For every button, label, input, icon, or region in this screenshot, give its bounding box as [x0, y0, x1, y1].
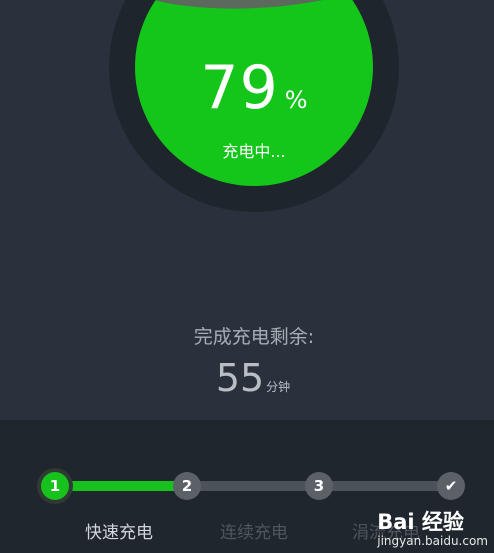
charging-status-text: 充电中... — [222, 142, 286, 161]
remaining-time: 55 分钟 — [0, 356, 494, 400]
battery-gauge-empty-area — [135, 0, 373, 16]
charging-screen: 79% 充电中... 完成充电剩余: 55 分钟 1 2 3 ✔ 快速充电 连续充… — [0, 0, 494, 553]
check-icon: ✔ — [444, 477, 458, 495]
remaining-time-unit: 分钟 — [266, 380, 291, 394]
charging-steps-panel: 1 2 3 ✔ 快速充电 连续充电 涓流充电 Bai 经验 jingyan.ba… — [0, 420, 494, 553]
step-1-label: 快速充电 — [85, 523, 153, 543]
step-1-node: 1 — [41, 472, 69, 500]
battery-percent-value: 79 — [200, 53, 279, 123]
remaining-time-label: 完成充电剩余: — [193, 326, 315, 348]
steps-track-progress — [55, 481, 187, 491]
baidu-jingyan-watermark: Bai 经验 jingyan.baidu.com — [377, 510, 488, 548]
watermark-sub-text: jingyan.baidu.com — [377, 534, 488, 548]
step-2-node: 2 — [173, 472, 201, 500]
battery-percent: 79% — [135, 55, 373, 121]
step-complete-node: ✔ — [437, 472, 465, 500]
step-3-node: 3 — [305, 472, 333, 500]
watermark-main-text: Bai 经验 — [377, 510, 464, 534]
battery-percent-sign: % — [284, 86, 308, 114]
step-2-label: 连续充电 — [220, 523, 288, 543]
remaining-time-value: 55 — [215, 356, 265, 400]
